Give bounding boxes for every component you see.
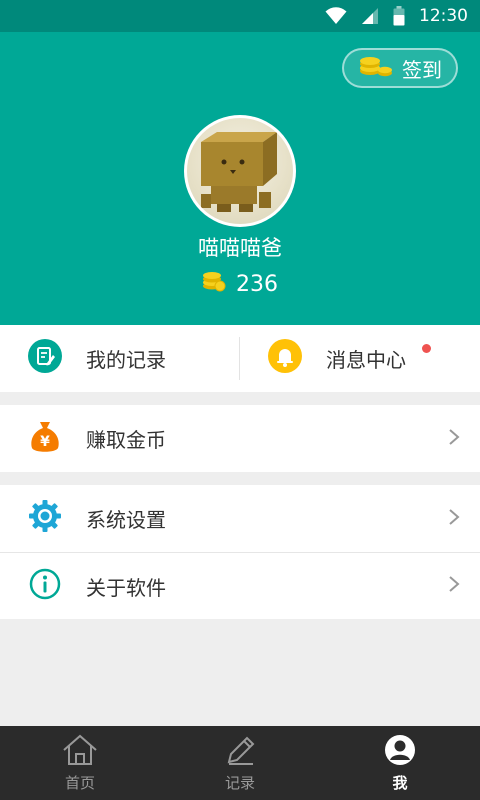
menu-group-system: 系统设置 关于软件 (0, 485, 480, 619)
pencil-icon (223, 734, 257, 770)
menu-item-earn-coins[interactable]: ¥ 赚取金币 (0, 405, 480, 472)
chevron-right-icon (448, 507, 460, 531)
settings-label: 系统设置 (86, 508, 166, 532)
battery-icon (393, 6, 405, 26)
user-icon (383, 734, 417, 770)
tab-me-label: 我 (392, 773, 408, 792)
message-center-button[interactable]: 消息中心 (240, 325, 480, 392)
tab-home[interactable]: 首页 (0, 726, 160, 800)
coin-stack-icon (358, 55, 394, 82)
home-icon (62, 734, 98, 770)
status-bar: 12:30 (0, 0, 480, 32)
my-records-label: 我的记录 (86, 348, 166, 372)
chevron-right-icon (448, 574, 460, 598)
menu-item-about[interactable]: 关于软件 (0, 552, 480, 619)
avatar[interactable] (184, 115, 296, 227)
coin-balance: 236 (0, 270, 480, 298)
tab-me[interactable]: 我 (320, 726, 480, 800)
info-icon (28, 567, 62, 606)
checkin-label: 签到 (402, 57, 442, 82)
earn-coins-label: 赚取金币 (86, 428, 166, 452)
bottom-tab-bar: 首页 记录 我 (0, 726, 480, 800)
quick-actions: 我的记录 消息中心 (0, 325, 480, 392)
wifi-icon (325, 7, 347, 25)
menu-item-settings[interactable]: 系统设置 (0, 485, 480, 552)
tab-records[interactable]: 记录 (160, 726, 320, 800)
profile-header: 签到 喵喵喵爸 236 (0, 32, 480, 325)
username: 喵喵喵爸 (198, 236, 282, 260)
tab-records-label: 记录 (224, 773, 255, 792)
menu-group-earn: ¥ 赚取金币 (0, 405, 480, 472)
avatar-image (187, 118, 293, 224)
coin-icon (202, 270, 226, 298)
money-bag-icon: ¥ (28, 418, 62, 459)
chevron-right-icon (448, 427, 460, 451)
svg-text:¥: ¥ (40, 434, 50, 450)
cell-signal-icon (361, 7, 379, 25)
records-icon (28, 339, 62, 378)
gear-icon (28, 499, 62, 538)
checkin-button[interactable]: 签到 (342, 48, 458, 88)
status-time: 12:30 (419, 6, 468, 26)
coin-count: 236 (236, 271, 278, 297)
about-label: 关于软件 (86, 575, 166, 600)
bell-icon (268, 339, 302, 378)
tab-home-label: 首页 (64, 773, 95, 792)
notification-dot (422, 344, 431, 353)
my-records-button[interactable]: 我的记录 (0, 325, 240, 392)
message-center-label: 消息中心 (326, 348, 406, 372)
